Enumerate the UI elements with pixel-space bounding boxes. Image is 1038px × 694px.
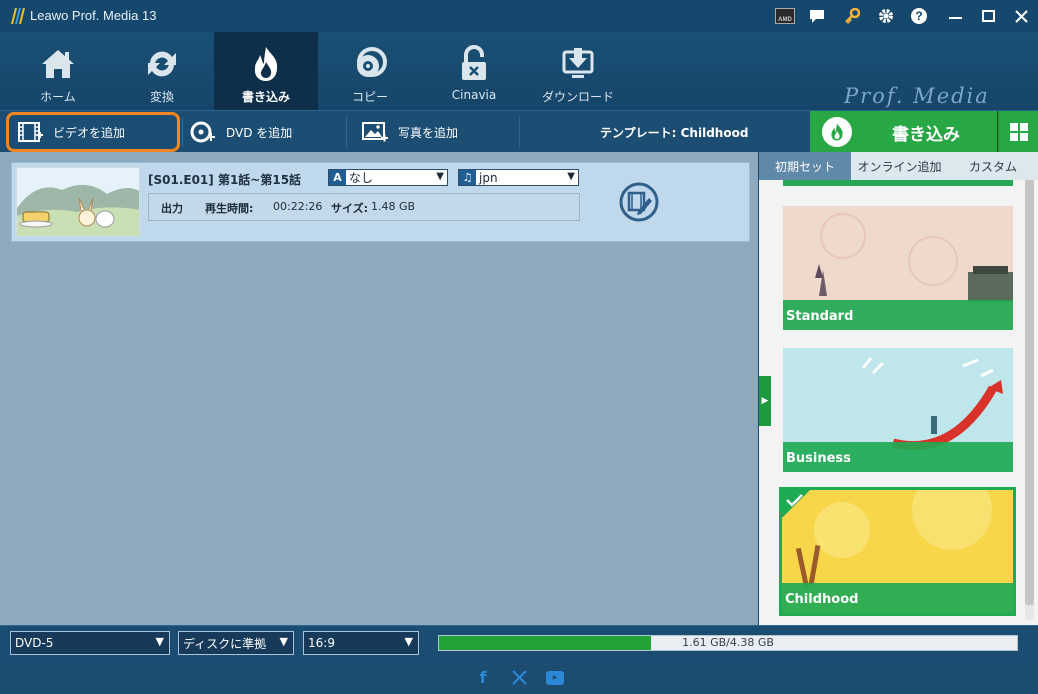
template-tabs: 初期セット オンライン追加 カスタム — [759, 152, 1038, 180]
tab-home[interactable]: ホーム — [6, 32, 110, 110]
maximize-icon[interactable] — [977, 6, 999, 26]
aspect-value: 16:9 — [308, 636, 335, 650]
close-icon[interactable] — [1010, 6, 1032, 26]
feedback-icon[interactable] — [806, 6, 828, 26]
chevron-down-icon: ▼ — [155, 635, 164, 648]
disc-type-value: DVD-5 — [15, 636, 54, 650]
music-note-icon: ♫ — [459, 170, 476, 185]
social-footer: f ▶ — [0, 661, 1038, 694]
duration-label: 再生時間: — [205, 202, 254, 215]
tab-presets[interactable]: 初期セット — [759, 152, 851, 180]
tab-cinavia[interactable]: Cinavia — [422, 32, 526, 110]
add-photo-button[interactable]: 写真を追加 — [362, 111, 458, 153]
tab-convert-label: 変換 — [149, 90, 174, 104]
tab-copy[interactable]: コピー — [318, 32, 422, 110]
unlock-icon — [462, 45, 486, 80]
audio-select[interactable]: ♫ jpn ▼ — [458, 169, 579, 186]
quality-value: ディスクに準拠 — [183, 636, 267, 651]
burn-flame-icon — [822, 117, 852, 147]
tab-download-label: ダウンロード — [541, 90, 614, 104]
add-video-label: ビデオを追加 — [53, 125, 126, 140]
tab-custom[interactable]: カスタム — [948, 152, 1038, 180]
home-icon — [42, 50, 74, 78]
disc-usage-bar: 1.61 GB/4.38 GB — [438, 635, 1018, 651]
duration-value: 00:22:26 — [273, 200, 323, 213]
grid-icon — [1009, 123, 1028, 141]
chevron-down-icon: ▼ — [279, 635, 288, 648]
template-strip-partial — [783, 180, 1013, 186]
tab-burn-label: 書き込み — [241, 90, 290, 104]
convert-icon — [148, 51, 176, 77]
video-title: [S01.E01] 第1話~第15話 — [148, 173, 302, 187]
template-standard[interactable]: Standard — [783, 206, 1013, 330]
tab-copy-label: コピー — [351, 90, 388, 104]
edit-video-icon[interactable] — [618, 181, 660, 223]
film-icon — [18, 122, 43, 142]
chevron-down-icon: ▼ — [436, 171, 444, 182]
template-label: Standard — [786, 309, 854, 324]
key-icon[interactable] — [841, 6, 863, 26]
add-dvd-button[interactable]: DVD を追加 — [190, 111, 292, 153]
tab-download[interactable]: ダウンロード — [526, 32, 630, 110]
tab-convert[interactable]: 変換 — [110, 32, 214, 110]
output-label: 出力 — [161, 202, 183, 215]
add-video-button[interactable]: ビデオを追加 — [6, 112, 180, 152]
minimize-icon[interactable] — [944, 6, 966, 26]
title-bar: Leawo Prof. Media 13 AMD ? — [0, 0, 1038, 32]
burn-button[interactable]: 書き込み — [810, 111, 997, 153]
help-icon[interactable]: ? — [908, 6, 930, 26]
panel-scrollbar-thumb[interactable] — [1025, 180, 1034, 605]
template-label: Childhood — [785, 592, 859, 607]
x-icon[interactable] — [501, 666, 537, 690]
tab-cinavia-label: Cinavia — [451, 88, 497, 102]
content-area: [S01.E01] 第1話~第15話 A なし ▼ ♫ jpn ▼ 出力 再生時… — [0, 152, 758, 625]
template-label: Business — [786, 451, 851, 466]
divider — [346, 117, 347, 147]
collapse-panel-handle[interactable]: ▶ — [759, 376, 771, 426]
template-childhood-selected[interactable]: Childhood — [779, 487, 1016, 616]
template-business[interactable]: Business — [783, 348, 1013, 472]
subtitle-value: なし — [349, 171, 374, 185]
quality-select[interactable]: ディスクに準拠 ▼ — [178, 631, 294, 655]
app-title: Leawo Prof. Media 13 — [30, 8, 157, 23]
size-label: サイズ: — [331, 202, 369, 215]
main-navigation: ホーム 変換 書き込み コピー Cinavia ダウンロード Prof. Med… — [0, 32, 1038, 116]
disc-usage-text: 1.61 GB/4.38 GB — [682, 636, 774, 649]
subtitle-icon: A — [329, 170, 346, 185]
grid-view-button[interactable] — [998, 111, 1038, 153]
subtitle-select[interactable]: A なし ▼ — [328, 169, 448, 186]
add-photo-label: 写真を追加 — [398, 125, 459, 140]
youtube-icon[interactable]: ▶ — [537, 666, 573, 690]
aspect-select[interactable]: 16:9 ▼ — [303, 631, 419, 655]
template-name: テンプレート: Childhood — [600, 126, 749, 140]
template-panel: 初期セット オンライン追加 カスタム Standard Business Chi… — [759, 152, 1038, 625]
app-logo-icon — [11, 8, 25, 24]
add-dvd-label: DVD を追加 — [226, 125, 293, 140]
chevron-down-icon: ▼ — [567, 171, 575, 182]
copy-disc-icon — [357, 47, 387, 77]
burn-label: 書き込み — [892, 124, 960, 145]
size-value: 1.48 GB — [371, 200, 416, 213]
amd-icon[interactable]: AMD — [774, 6, 796, 26]
disc-type-select[interactable]: DVD-5 ▼ — [10, 631, 170, 655]
bottom-bar: DVD-5 ▼ ディスクに準拠 ▼ 16:9 ▼ 1.61 GB/4.38 GB — [0, 625, 1038, 661]
divider — [519, 117, 520, 147]
add-disc-icon — [190, 121, 215, 143]
video-info-bar: 出力 再生時間: 00:22:26 サイズ: 1.48 GB — [148, 193, 580, 221]
facebook-icon[interactable]: f — [465, 666, 501, 690]
video-item-card[interactable]: [S01.E01] 第1話~第15話 A なし ▼ ♫ jpn ▼ 出力 再生時… — [11, 162, 750, 242]
video-thumbnail[interactable] — [16, 167, 140, 237]
download-icon — [562, 48, 594, 78]
settings-gear-icon[interactable] — [875, 6, 897, 26]
tab-home-label: ホーム — [40, 90, 76, 104]
flame-icon — [254, 47, 278, 81]
tab-burn[interactable]: 書き込み — [214, 32, 318, 110]
brand-logo-text: Prof. Media — [844, 84, 990, 108]
divider — [182, 117, 183, 147]
toolbar: ビデオを追加 DVD を追加 写真を追加 テンプレート: Childhood 書… — [0, 110, 1038, 153]
audio-value: jpn — [479, 170, 498, 185]
chevron-down-icon: ▼ — [404, 635, 413, 648]
tab-online[interactable]: オンライン追加 — [851, 152, 948, 180]
add-photo-icon — [362, 122, 388, 142]
